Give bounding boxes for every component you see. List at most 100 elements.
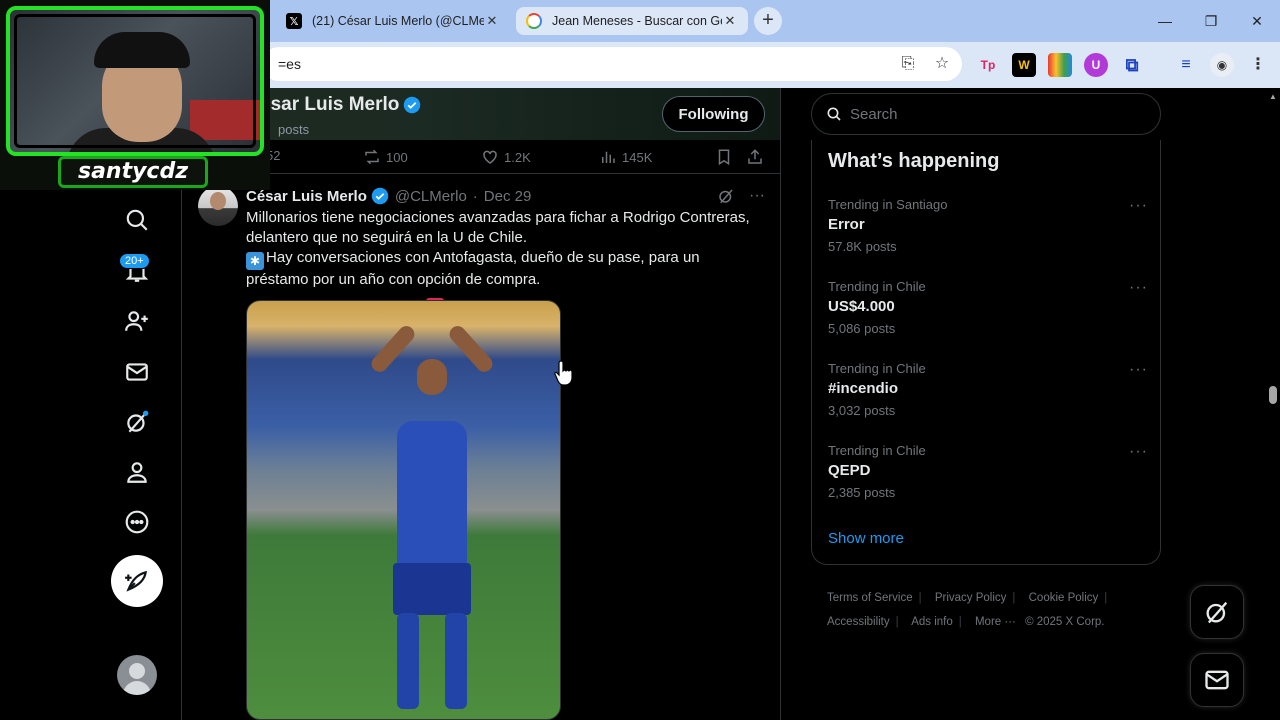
extension-u-icon[interactable]: U bbox=[1084, 53, 1108, 77]
trend-name: QEPD bbox=[828, 462, 871, 479]
tweet-dot-separator: · bbox=[472, 187, 478, 205]
tweet-line-1: Millonarios tiene negociaciones avanzada… bbox=[246, 209, 750, 246]
ads-info-link[interactable]: Ads info bbox=[911, 616, 953, 628]
sidebar-footer: Terms of Service | Privacy Policy | Cookie… bbox=[827, 592, 1108, 628]
webcam-video bbox=[6, 6, 264, 156]
asterisk-emoji-icon: ✱ bbox=[246, 252, 264, 270]
address-bar[interactable]: =es ⎘ ☆ bbox=[262, 47, 962, 81]
extensions-puzzle-icon[interactable]: ⧉ bbox=[1120, 53, 1144, 77]
trend-more-icon[interactable]: ··· bbox=[1129, 279, 1148, 297]
x-icon: 𝕏 bbox=[286, 13, 302, 29]
trend-item[interactable]: Trending in Chile US$4.000 5,086 posts ·… bbox=[828, 279, 1148, 349]
trend-more-icon[interactable]: ··· bbox=[1129, 197, 1148, 215]
extension-color-icon[interactable] bbox=[1048, 53, 1072, 77]
tweet-author-avatar[interactable] bbox=[198, 186, 238, 226]
more-link[interactable]: More ··· bbox=[975, 616, 1016, 628]
trend-context: Trending in Santiago bbox=[828, 197, 948, 212]
terms-link[interactable]: Terms of Service bbox=[827, 592, 913, 604]
extension-tp-icon[interactable]: Tp bbox=[976, 53, 1000, 77]
messages-envelope-icon[interactable] bbox=[118, 353, 156, 391]
grok-icon[interactable] bbox=[118, 403, 156, 441]
close-tab-icon[interactable]: ✕ bbox=[484, 13, 500, 29]
grok-floating-button[interactable] bbox=[1190, 585, 1244, 639]
trend-name: #incendio bbox=[828, 380, 899, 397]
messages-floating-button[interactable] bbox=[1190, 653, 1244, 707]
media-control-icon[interactable]: ≡ bbox=[1174, 53, 1198, 77]
search-input[interactable]: Search bbox=[811, 93, 1161, 135]
trend-count: 3,032 posts bbox=[828, 403, 896, 418]
trend-more-icon[interactable]: ··· bbox=[1129, 443, 1148, 461]
profile-header: ésar Luis Merlo posts Following bbox=[182, 88, 780, 140]
scroll-up-icon[interactable]: ▲ bbox=[1269, 92, 1277, 101]
account-avatar[interactable] bbox=[117, 655, 157, 695]
tweet-photo[interactable] bbox=[246, 300, 561, 720]
tweet-header: César Luis Merlo @CLMerlo · Dec 29 bbox=[246, 187, 531, 205]
verified-badge-icon bbox=[371, 187, 389, 205]
profile-person-icon[interactable] bbox=[118, 453, 156, 491]
more-dots-icon[interactable]: ··· bbox=[749, 187, 765, 205]
install-app-icon[interactable]: ⎘ bbox=[898, 54, 918, 74]
minimize-button[interactable]: — bbox=[1142, 8, 1188, 34]
profile-post-count: posts bbox=[278, 122, 310, 137]
privacy-link[interactable]: Privacy Policy bbox=[935, 592, 1007, 604]
tweet-date[interactable]: Dec 29 bbox=[484, 188, 532, 205]
tweet-menu: ··· bbox=[717, 187, 765, 205]
verified-badge-icon bbox=[404, 96, 421, 114]
trend-item[interactable]: Trending in Chile QEPD 2,385 posts ··· bbox=[828, 443, 1148, 513]
tweet-author-name[interactable]: César Luis Merlo bbox=[246, 188, 367, 205]
more-options-icon[interactable] bbox=[118, 503, 156, 541]
trend-name: US$4.000 bbox=[828, 298, 895, 315]
bookmark-action[interactable] bbox=[715, 148, 733, 166]
search-icon bbox=[827, 107, 841, 121]
search-placeholder: Search bbox=[850, 105, 898, 123]
tab-x-profile[interactable]: 𝕏 (21) César Luis Merlo (@CLMerlo) / X ✕ bbox=[276, 6, 510, 36]
tab-google-search[interactable]: G Jean Meneses - Buscar con Google ✕ bbox=[516, 7, 748, 35]
grok-icon[interactable] bbox=[717, 187, 735, 205]
trend-more-icon[interactable]: ··· bbox=[1129, 361, 1148, 379]
page-scrollbar[interactable]: ▲ bbox=[1266, 88, 1280, 720]
views-chart-icon bbox=[602, 151, 615, 163]
whats-happening-panel: What’s happening Trending in Santiago Er… bbox=[811, 140, 1161, 565]
main-column: ésar Luis Merlo posts Following 52 100 1… bbox=[182, 88, 781, 720]
trend-item[interactable]: Trending in Chile #incendio 3,032 posts … bbox=[828, 361, 1148, 431]
grok-icon bbox=[1206, 601, 1228, 624]
follow-people-icon[interactable] bbox=[118, 302, 156, 340]
bookmark-star-icon[interactable]: ☆ bbox=[932, 54, 952, 74]
like-action[interactable]: 1.2K bbox=[481, 148, 531, 166]
accessibility-link[interactable]: Accessibility bbox=[827, 616, 890, 628]
trend-name: Error bbox=[828, 216, 865, 233]
new-tab-button[interactable]: + bbox=[754, 7, 782, 35]
trend-count: 2,385 posts bbox=[828, 485, 896, 500]
repost-count: 100 bbox=[386, 149, 408, 165]
share-icon bbox=[748, 149, 762, 164]
heart-icon bbox=[483, 150, 497, 164]
tweet-author-handle[interactable]: @CLMerlo bbox=[395, 188, 467, 205]
url-text: =es bbox=[278, 56, 301, 72]
trend-item[interactable]: Trending in Santiago Error 57.8K posts ·… bbox=[828, 197, 1148, 267]
restore-button[interactable]: ❐ bbox=[1188, 8, 1234, 34]
tab-title: Jean Meneses - Buscar con Google bbox=[552, 14, 722, 28]
scroll-thumb[interactable] bbox=[1269, 386, 1277, 404]
envelope-icon bbox=[1205, 670, 1229, 690]
following-button[interactable]: Following bbox=[662, 96, 765, 132]
views-count: 145K bbox=[622, 149, 653, 165]
repost-action[interactable]: 100 bbox=[363, 148, 408, 166]
repost-icon bbox=[365, 149, 379, 165]
cookie-link[interactable]: Cookie Policy bbox=[1029, 592, 1099, 604]
close-window-button[interactable]: ✕ bbox=[1234, 8, 1280, 34]
browser-menu-icon[interactable]: ⋮ bbox=[1246, 53, 1270, 77]
show-more-link[interactable]: Show more bbox=[828, 530, 904, 547]
tab-title: (21) César Luis Merlo (@CLMerlo) / X bbox=[312, 14, 484, 28]
views-action[interactable]: 145K bbox=[599, 148, 652, 166]
close-tab-icon[interactable]: ✕ bbox=[722, 13, 738, 29]
trends-title: What’s happening bbox=[828, 150, 1000, 172]
compose-post-button[interactable] bbox=[111, 555, 163, 607]
extension-w-icon[interactable]: W bbox=[1012, 53, 1036, 77]
trend-context: Trending in Chile bbox=[828, 279, 926, 294]
bookmark-icon bbox=[718, 149, 730, 166]
tweet[interactable]: César Luis Merlo @CLMerlo · Dec 29 ··· !… bbox=[182, 174, 780, 720]
profile-avatar-icon[interactable]: ◉ bbox=[1210, 53, 1234, 77]
notification-badge: 20+ bbox=[119, 253, 150, 269]
explore-search-icon[interactable] bbox=[118, 201, 156, 239]
share-action[interactable] bbox=[746, 148, 764, 166]
